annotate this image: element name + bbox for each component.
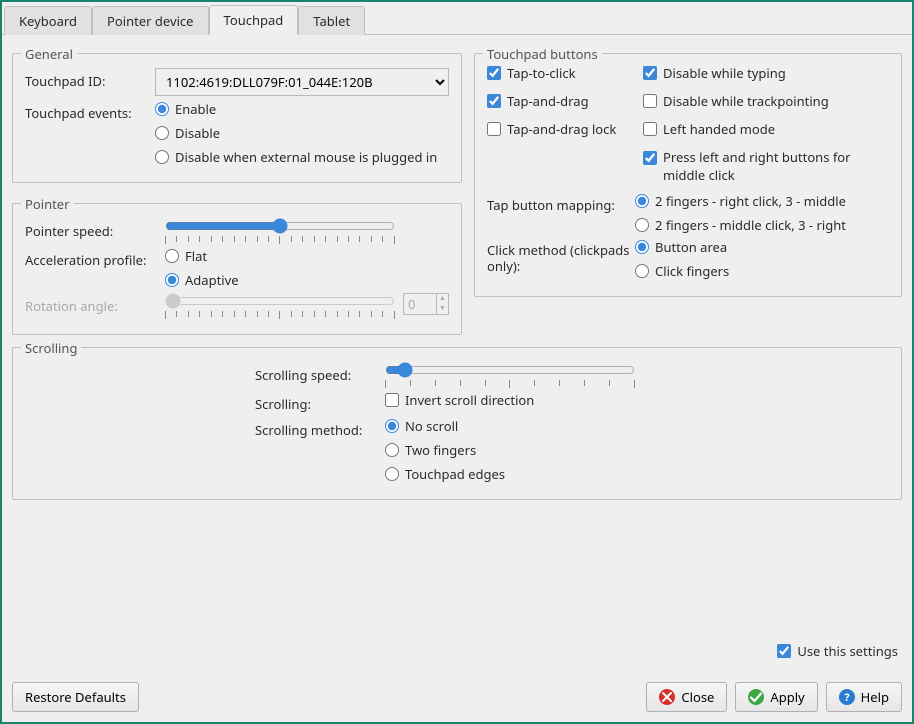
events-enable-label: Enable bbox=[175, 100, 216, 118]
accel-flat-label: Flat bbox=[185, 247, 207, 265]
middle-click-check[interactable]: Press left and right buttons for middle … bbox=[643, 148, 889, 184]
scrolling-speed-ticks bbox=[385, 380, 635, 387]
events-disable-ext-radio[interactable]: Disable when external mouse is plugged i… bbox=[155, 148, 437, 166]
touchpad-buttons-group: Touchpad buttons Tap-to-click Disable wh… bbox=[474, 53, 902, 297]
scroll-method-edges-label: Touchpad edges bbox=[405, 465, 505, 483]
left-handed-check[interactable]: Left handed mode bbox=[643, 120, 889, 138]
click-method-area-radio[interactable]: Button area bbox=[635, 238, 729, 256]
scrolling-title: Scrolling bbox=[21, 339, 81, 357]
tab-tablet[interactable]: Tablet bbox=[298, 6, 365, 35]
tap-map-middle-right-label: 2 fingers - middle click, 3 - right bbox=[655, 216, 846, 234]
close-icon bbox=[659, 689, 675, 705]
general-group: General Touchpad ID: 1102:4619:DLL079F:0… bbox=[12, 53, 462, 183]
scrolling-group: Scrolling Scrolling speed: Scrolling: In… bbox=[12, 347, 902, 500]
middle-click-label: Press left and right buttons for middle … bbox=[663, 148, 883, 184]
invert-scroll-check[interactable]: Invert scroll direction bbox=[385, 391, 534, 409]
scrolling-method-label: Scrolling method: bbox=[255, 417, 385, 439]
scroll-method-noscroll-radio[interactable]: No scroll bbox=[385, 417, 505, 435]
pointer-speed-label: Pointer speed: bbox=[25, 218, 165, 240]
tab-touchpad[interactable]: Touchpad bbox=[209, 5, 299, 35]
touchpad-events-label: Touchpad events: bbox=[25, 100, 155, 122]
tab-keyboard[interactable]: Keyboard bbox=[4, 6, 92, 35]
rotation-slider bbox=[165, 293, 395, 309]
svg-text:?: ? bbox=[844, 690, 850, 705]
left-handed-label: Left handed mode bbox=[663, 120, 775, 138]
scrolling-speed-label: Scrolling speed: bbox=[255, 362, 385, 384]
scroll-method-twofingers-radio[interactable]: Two fingers bbox=[385, 441, 505, 459]
tap-and-drag-label: Tap-and-drag bbox=[507, 92, 589, 110]
events-disable-radio[interactable]: Disable bbox=[155, 124, 437, 142]
tap-map-right-middle-radio[interactable]: 2 fingers - right click, 3 - middle bbox=[635, 192, 846, 210]
scroll-method-noscroll-label: No scroll bbox=[405, 417, 458, 435]
rotation-label: Rotation angle: bbox=[25, 293, 165, 315]
use-this-settings-label: Use this settings bbox=[797, 642, 898, 660]
events-disable-label: Disable bbox=[175, 124, 220, 142]
pointer-title: Pointer bbox=[21, 195, 74, 213]
accel-flat-radio[interactable]: Flat bbox=[165, 247, 239, 265]
scrolling-speed-slider[interactable] bbox=[385, 362, 635, 378]
help-button[interactable]: ? Help bbox=[826, 682, 902, 712]
touchpad-id-label: Touchpad ID: bbox=[25, 68, 155, 90]
apply-button[interactable]: Apply bbox=[735, 682, 817, 712]
click-method-area-label: Button area bbox=[655, 238, 727, 256]
disable-trackpoint-check[interactable]: Disable while trackpointing bbox=[643, 92, 889, 110]
pointer-speed-ticks bbox=[165, 236, 395, 243]
rotation-ticks bbox=[165, 311, 395, 318]
click-method-fingers-radio[interactable]: Click fingers bbox=[635, 262, 729, 280]
touchpad-id-select[interactable]: 1102:4619:DLL079F:01_044E:120B bbox=[155, 68, 449, 96]
accel-adaptive-label: Adaptive bbox=[185, 271, 239, 289]
tap-map-right-middle-label: 2 fingers - right click, 3 - middle bbox=[655, 192, 846, 210]
tab-pointer-device[interactable]: Pointer device bbox=[92, 6, 209, 35]
events-enable-radio[interactable]: Enable bbox=[155, 100, 437, 118]
touchpad-buttons-title: Touchpad buttons bbox=[483, 45, 602, 63]
help-icon: ? bbox=[839, 689, 855, 705]
close-button[interactable]: Close bbox=[646, 682, 727, 712]
tap-map-middle-right-radio[interactable]: 2 fingers - middle click, 3 - right bbox=[635, 216, 846, 234]
accel-profile-label: Acceleration profile: bbox=[25, 247, 165, 269]
disable-trackpoint-label: Disable while trackpointing bbox=[663, 92, 829, 110]
accel-adaptive-radio[interactable]: Adaptive bbox=[165, 271, 239, 289]
scroll-method-twofingers-label: Two fingers bbox=[405, 441, 476, 459]
pointer-group: Pointer Pointer speed: Acceler bbox=[12, 203, 462, 335]
check-icon bbox=[748, 689, 764, 705]
tap-and-drag-check[interactable]: Tap-and-drag bbox=[487, 92, 637, 110]
disable-typing-label: Disable while typing bbox=[663, 64, 786, 82]
tap-map-label: Tap button mapping: bbox=[487, 192, 635, 214]
tap-to-click-label: Tap-to-click bbox=[507, 64, 576, 82]
scrolling-label: Scrolling: bbox=[255, 391, 385, 413]
events-disable-ext-label: Disable when external mouse is plugged i… bbox=[175, 148, 437, 166]
scroll-method-edges-radio[interactable]: Touchpad edges bbox=[385, 465, 505, 483]
general-title: General bbox=[21, 45, 77, 63]
restore-defaults-button[interactable]: Restore Defaults bbox=[12, 682, 139, 712]
click-method-fingers-label: Click fingers bbox=[655, 262, 729, 280]
disable-typing-check[interactable]: Disable while typing bbox=[643, 64, 889, 82]
tap-drag-lock-label: Tap-and-drag lock bbox=[507, 120, 616, 138]
invert-scroll-label: Invert scroll direction bbox=[405, 391, 534, 409]
tap-to-click-check[interactable]: Tap-to-click bbox=[487, 64, 637, 82]
click-method-label: Click method (clickpads only): bbox=[487, 238, 635, 275]
tap-drag-lock-check[interactable]: Tap-and-drag lock bbox=[487, 120, 637, 138]
use-this-settings-check[interactable]: Use this settings bbox=[777, 642, 898, 660]
pointer-speed-slider[interactable] bbox=[165, 218, 395, 234]
rotation-spin: ▲▼ bbox=[403, 293, 449, 315]
